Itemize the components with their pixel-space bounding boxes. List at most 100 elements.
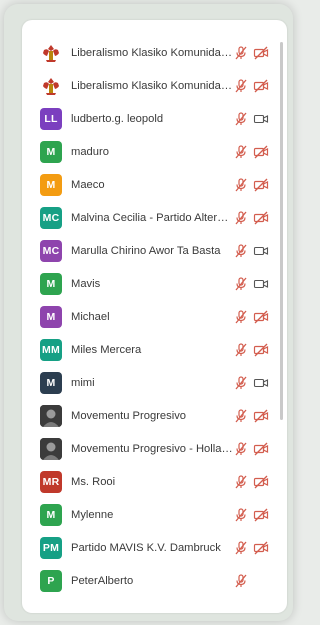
video-off-icon[interactable] bbox=[253, 540, 269, 556]
participant-status-icons bbox=[233, 333, 273, 366]
window-frame: Liberalismo Klasiko Komunidat ... Libera… bbox=[4, 4, 293, 621]
initials-avatar: M bbox=[40, 371, 62, 394]
initials-avatar: MR bbox=[40, 470, 62, 493]
participant-row[interactable]: Mmimi bbox=[22, 366, 287, 399]
initials-avatar: M bbox=[40, 503, 62, 526]
participant-row[interactable]: Movementu Progresivo bbox=[22, 399, 287, 432]
scrollbar[interactable] bbox=[280, 42, 283, 420]
participant-status-icons bbox=[233, 399, 273, 432]
initials-avatar: MC bbox=[40, 239, 62, 262]
participant-name: Movementu Progresivo bbox=[71, 409, 187, 422]
mic-muted-icon[interactable] bbox=[233, 111, 249, 127]
participant-status-icons bbox=[233, 531, 273, 564]
video-off-icon[interactable] bbox=[253, 45, 269, 61]
participant-status-icons bbox=[233, 201, 273, 234]
participant-status-icons bbox=[233, 432, 273, 465]
participant-status-icons bbox=[233, 267, 273, 300]
participant-name: Marulla Chirino Awor Ta Basta bbox=[71, 244, 221, 257]
mic-muted-icon[interactable] bbox=[233, 441, 249, 457]
video-off-icon[interactable] bbox=[253, 177, 269, 193]
participant-row[interactable]: PM Partido MAVIS K.V. Dambruck bbox=[22, 531, 287, 564]
mic-muted-icon[interactable] bbox=[233, 210, 249, 226]
participant-row[interactable]: Mmaduro bbox=[22, 135, 287, 168]
initials-avatar: M bbox=[40, 140, 62, 163]
participant-row[interactable]: MC Malvina Cecilia - Partido Alterna... bbox=[22, 201, 287, 234]
video-off-icon[interactable] bbox=[253, 408, 269, 424]
participant-row[interactable]: MR Ms. Rooi bbox=[22, 465, 287, 498]
participant-row[interactable]: LL ludberto.g. leopold bbox=[22, 102, 287, 135]
initials-avatar: LL bbox=[40, 107, 62, 130]
participant-row[interactable]: M Michael bbox=[22, 300, 287, 333]
video-off-icon[interactable] bbox=[253, 474, 269, 490]
video-camera-icon[interactable] bbox=[253, 276, 269, 292]
video-camera-icon[interactable] bbox=[253, 375, 269, 391]
participant-row[interactable]: MM Miles Mercera bbox=[22, 333, 287, 366]
initials-avatar: M bbox=[40, 305, 62, 328]
participant-name: Partido MAVIS K.V. Dambruck bbox=[71, 541, 221, 554]
video-camera-icon[interactable] bbox=[253, 243, 269, 259]
participant-name: Michael bbox=[71, 310, 110, 323]
participant-status-icons bbox=[233, 234, 273, 267]
participant-status-icons bbox=[233, 465, 273, 498]
mic-muted-icon[interactable] bbox=[233, 243, 249, 259]
participant-name: Miles Mercera bbox=[71, 343, 142, 356]
party-logo-avatar bbox=[40, 75, 62, 97]
participant-row[interactable]: P PeterAlberto bbox=[22, 564, 287, 597]
participant-status-icons bbox=[233, 300, 273, 333]
mic-muted-icon[interactable] bbox=[233, 309, 249, 325]
video-off-icon[interactable] bbox=[253, 210, 269, 226]
mic-muted-icon[interactable] bbox=[233, 408, 249, 424]
mic-muted-icon[interactable] bbox=[233, 573, 249, 589]
video-off-icon[interactable] bbox=[253, 309, 269, 325]
participant-row[interactable]: MC Marulla Chirino Awor Ta Basta bbox=[22, 234, 287, 267]
mic-muted-icon[interactable] bbox=[233, 507, 249, 523]
participant-status-icons bbox=[233, 102, 273, 135]
participant-row[interactable]: M Mavis bbox=[22, 267, 287, 300]
participant-row[interactable]: Movementu Progresivo - Hollan... bbox=[22, 432, 287, 465]
participant-status-icons bbox=[233, 135, 273, 168]
mic-muted-icon[interactable] bbox=[233, 45, 249, 61]
participant-name: Liberalismo Klasiko Komunidat ... bbox=[71, 46, 234, 59]
video-off-icon[interactable] bbox=[253, 441, 269, 457]
initials-avatar: M bbox=[40, 272, 62, 295]
participant-status-icons bbox=[233, 69, 273, 102]
participant-name: maduro bbox=[71, 145, 109, 158]
participant-status-icons bbox=[233, 498, 273, 531]
participant-name: Mavis bbox=[71, 277, 101, 290]
participant-name: mimi bbox=[71, 376, 95, 389]
video-camera-icon[interactable] bbox=[253, 111, 269, 127]
participant-name: Mylenne bbox=[71, 508, 114, 521]
initials-avatar: M bbox=[40, 173, 62, 196]
participant-name: Ms. Rooi bbox=[71, 475, 116, 488]
photo-avatar bbox=[40, 404, 62, 427]
participant-name: PeterAlberto bbox=[71, 574, 134, 587]
participant-status-icons bbox=[233, 36, 273, 69]
participant-row[interactable]: Liberalismo Klasiko Komunidat ... bbox=[22, 69, 287, 102]
participant-row[interactable]: M Mylenne bbox=[22, 498, 287, 531]
mic-muted-icon[interactable] bbox=[233, 144, 249, 160]
video-off-icon[interactable] bbox=[253, 144, 269, 160]
participant-name: Liberalismo Klasiko Komunidat ... bbox=[71, 79, 234, 92]
participant-status-icons bbox=[233, 366, 273, 399]
participant-status-icons bbox=[233, 564, 253, 597]
video-off-icon[interactable] bbox=[253, 342, 269, 358]
mic-muted-icon[interactable] bbox=[233, 342, 249, 358]
initials-avatar: PM bbox=[40, 536, 62, 559]
mic-muted-icon[interactable] bbox=[233, 78, 249, 94]
mic-muted-icon[interactable] bbox=[233, 474, 249, 490]
participant-row[interactable]: Liberalismo Klasiko Komunidat ... bbox=[22, 36, 287, 69]
participant-name: ludberto.g. leopold bbox=[71, 112, 164, 125]
initials-avatar: P bbox=[40, 569, 62, 592]
video-off-icon[interactable] bbox=[253, 78, 269, 94]
video-off-icon[interactable] bbox=[253, 507, 269, 523]
mic-muted-icon[interactable] bbox=[233, 375, 249, 391]
participant-row[interactable]: M Maeco bbox=[22, 168, 287, 201]
participants-panel: Liberalismo Klasiko Komunidat ... Libera… bbox=[22, 20, 287, 613]
mic-muted-icon[interactable] bbox=[233, 540, 249, 556]
mic-muted-icon[interactable] bbox=[233, 276, 249, 292]
participant-list: Liberalismo Klasiko Komunidat ... Libera… bbox=[22, 36, 287, 597]
participant-name: Malvina Cecilia - Partido Alterna... bbox=[71, 211, 234, 224]
party-logo-avatar bbox=[40, 42, 62, 64]
mic-muted-icon[interactable] bbox=[233, 177, 249, 193]
participant-status-icons bbox=[233, 168, 273, 201]
